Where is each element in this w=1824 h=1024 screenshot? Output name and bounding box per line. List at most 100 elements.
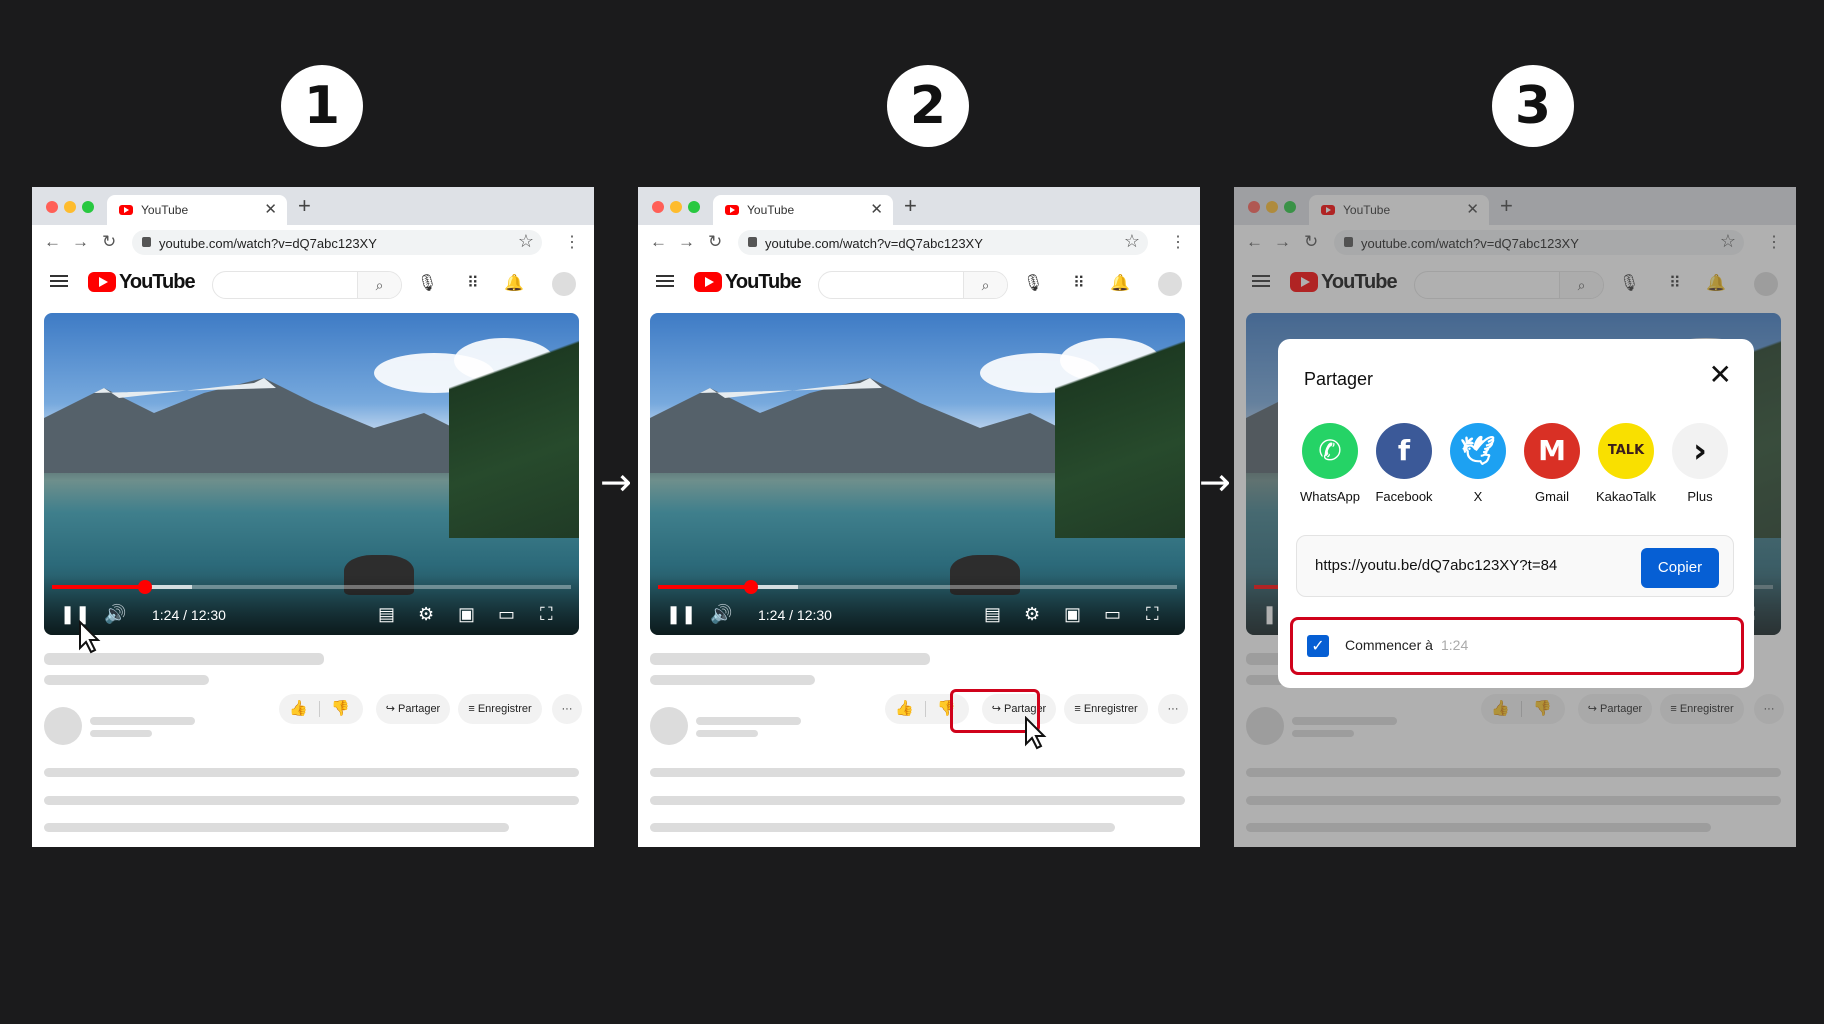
back-icon[interactable]: ←: [44, 232, 61, 252]
browser-tab-bar: YouTube ✕ +: [32, 187, 594, 225]
notifications-bell-icon[interactable]: 🔔: [504, 273, 524, 293]
divider: [319, 701, 320, 717]
close-window-dot[interactable]: [652, 201, 664, 213]
step-1-badge: 1: [281, 65, 363, 147]
reload-icon[interactable]: ↻: [102, 232, 116, 252]
theater-mode-icon[interactable]: ▭: [1104, 604, 1121, 625]
title-skeleton: [44, 653, 324, 665]
browser-menu-icon[interactable]: ⋮: [564, 232, 580, 252]
progress-bar[interactable]: [658, 580, 1177, 594]
close-tab-icon[interactable]: ✕: [870, 200, 883, 218]
microphone-icon[interactable]: 🎙: [1023, 273, 1043, 293]
share-link-box: https://youtu.be/dQ7abc123XY?t=84 Copier: [1296, 535, 1734, 597]
share-target-kakaotalk[interactable]: TALK KakaoTalk: [1596, 423, 1656, 504]
share-target-x[interactable]: 🕊 X: [1448, 423, 1508, 504]
channel-avatar[interactable]: [650, 707, 688, 745]
facebook-icon: f: [1376, 423, 1432, 479]
settings-gear-icon[interactable]: ⚙: [418, 604, 434, 625]
theater-mode-icon[interactable]: ▭: [498, 604, 515, 625]
search-input[interactable]: ⌕: [212, 271, 402, 299]
volume-icon[interactable]: 🔊: [710, 604, 732, 625]
share-target-gmail[interactable]: M Gmail: [1522, 423, 1582, 504]
search-icon[interactable]: ⌕: [963, 272, 1007, 298]
forward-icon[interactable]: →: [72, 232, 89, 252]
subtitle-skeleton: [44, 675, 209, 685]
dislike-icon[interactable]: 👎: [331, 694, 350, 724]
menu-icon[interactable]: [50, 275, 68, 287]
description-skeleton: [650, 768, 1185, 777]
miniplayer-icon[interactable]: ▣: [458, 604, 475, 625]
notifications-bell-icon[interactable]: 🔔: [1110, 273, 1130, 293]
reload-icon[interactable]: ↻: [708, 232, 722, 252]
close-icon[interactable]: ✕: [1709, 361, 1732, 389]
step-2-badge: 2: [887, 65, 969, 147]
description-skeleton: [650, 823, 1115, 832]
new-tab-button[interactable]: +: [298, 193, 311, 219]
like-icon[interactable]: 👍: [895, 694, 914, 724]
share-target-plus[interactable]: › Plus: [1670, 423, 1730, 504]
maximize-window-dot[interactable]: [688, 201, 700, 213]
share-target-facebook[interactable]: f Facebook: [1374, 423, 1434, 504]
time-display: 1:24 / 12:30: [152, 607, 226, 623]
fullscreen-icon[interactable]: ⛶: [1146, 604, 1159, 625]
browser-tab[interactable]: YouTube ✕: [107, 195, 287, 225]
youtube-favicon-icon: [725, 205, 739, 215]
progress-bar[interactable]: [52, 580, 571, 594]
start-at-time[interactable]: 1:24: [1441, 637, 1468, 653]
minimize-window-dot[interactable]: [670, 201, 682, 213]
fullscreen-icon[interactable]: ⛶: [540, 604, 553, 625]
close-window-dot[interactable]: [46, 201, 58, 213]
like-icon[interactable]: 👍: [289, 694, 308, 724]
microphone-icon[interactable]: 🎙: [417, 273, 437, 293]
forward-icon[interactable]: →: [678, 232, 695, 252]
title-skeleton: [650, 653, 930, 665]
forest-shape: [1055, 338, 1185, 538]
avatar[interactable]: [552, 272, 576, 296]
channel-avatar[interactable]: [44, 707, 82, 745]
kakaotalk-icon: TALK: [1598, 423, 1654, 479]
youtube-header: YouTube ⌕ 🎙 ⠿ 🔔: [32, 259, 594, 309]
arrow-right-icon: →: [1199, 460, 1231, 504]
subtitles-icon[interactable]: ▤: [984, 604, 1001, 625]
share-link-text[interactable]: https://youtu.be/dQ7abc123XY?t=84: [1315, 557, 1557, 574]
volume-icon[interactable]: 🔊: [104, 604, 126, 625]
apps-grid-icon[interactable]: ⠿: [467, 273, 479, 293]
bookmark-star-icon[interactable]: ☆: [518, 231, 534, 252]
close-tab-icon[interactable]: ✕: [264, 200, 277, 218]
miniplayer-icon[interactable]: ▣: [1064, 604, 1081, 625]
url-field[interactable]: youtube.com/watch?v=dQ7abc123XY ☆: [132, 230, 542, 255]
bookmark-star-icon[interactable]: ☆: [1124, 231, 1140, 252]
minimize-window-dot[interactable]: [64, 201, 76, 213]
subtitle-skeleton: [650, 675, 815, 685]
more-actions-button[interactable]: ···: [552, 694, 582, 724]
url-field[interactable]: youtube.com/watch?v=dQ7abc123XY ☆: [738, 230, 1148, 255]
pause-icon[interactable]: ❚❚: [666, 604, 696, 625]
browser-tab[interactable]: YouTube ✕: [713, 195, 893, 225]
menu-icon[interactable]: [656, 275, 674, 287]
maximize-window-dot[interactable]: [82, 201, 94, 213]
search-icon[interactable]: ⌕: [357, 272, 401, 298]
description-skeleton: [44, 768, 579, 777]
video-player[interactable]: ❚❚ 🔊 1:24 / 12:30 ▤ ⚙ ▣ ▭ ⛶: [44, 313, 579, 635]
apps-grid-icon[interactable]: ⠿: [1073, 273, 1085, 293]
browser-menu-icon[interactable]: ⋮: [1170, 232, 1186, 252]
subtitles-icon[interactable]: ▤: [378, 604, 395, 625]
new-tab-button[interactable]: +: [904, 193, 917, 219]
share-target-label: WhatsApp: [1300, 489, 1360, 504]
start-at-checkbox[interactable]: ✓: [1307, 635, 1329, 657]
share-button[interactable]: ↪ Partager: [376, 694, 450, 724]
avatar[interactable]: [1158, 272, 1182, 296]
copy-button[interactable]: Copier: [1641, 548, 1719, 588]
description-skeleton: [650, 796, 1185, 805]
share-target-label: Plus: [1687, 489, 1713, 504]
save-button[interactable]: ≡ Enregistrer: [1064, 694, 1148, 724]
save-list-icon: ≡: [1074, 703, 1084, 715]
channel-subs-skeleton: [90, 730, 152, 737]
share-target-whatsapp[interactable]: ✆ WhatsApp: [1300, 423, 1360, 504]
settings-gear-icon[interactable]: ⚙: [1024, 604, 1040, 625]
more-actions-button[interactable]: ···: [1158, 694, 1188, 724]
save-button[interactable]: ≡ Enregistrer: [458, 694, 542, 724]
back-icon[interactable]: ←: [650, 232, 667, 252]
video-player[interactable]: ❚❚ 🔊 1:24 / 12:30 ▤ ⚙ ▣ ▭ ⛶: [650, 313, 1185, 635]
search-input[interactable]: ⌕: [818, 271, 1008, 299]
